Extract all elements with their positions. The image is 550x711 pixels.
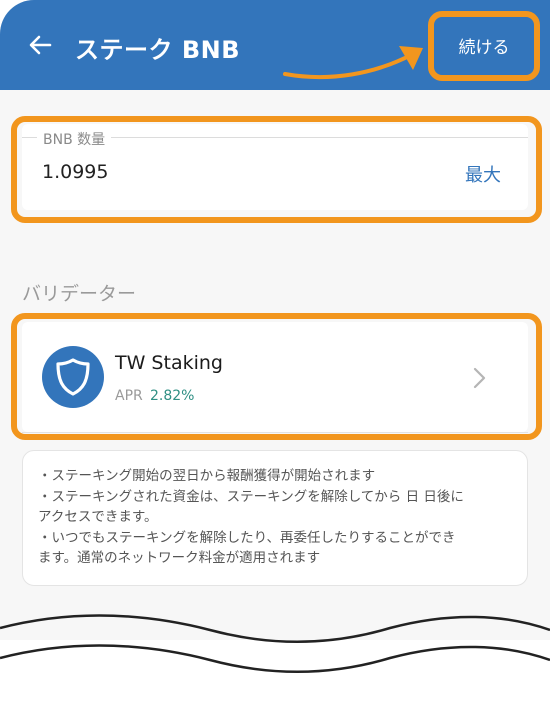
page-title: ステーク BNB bbox=[75, 36, 241, 64]
annotation-arrow bbox=[283, 46, 423, 80]
validator-avatar bbox=[42, 346, 104, 408]
info-line: アクセスできます。 bbox=[38, 509, 158, 525]
staking-info-text: ・ステーキング開始の翌日から報酬獲得が開始されます ・ステーキングされた資金は、… bbox=[38, 466, 518, 569]
info-line: ます。通常のネットワーク料金が適用されます bbox=[38, 550, 321, 566]
divider bbox=[22, 432, 528, 433]
chevron-right-icon[interactable] bbox=[469, 366, 489, 390]
apr-value: 2.82% bbox=[150, 388, 195, 404]
phone-frame: ステーク BNB 続ける BNB 数量 1.0995 最大 バリデーター TW … bbox=[0, 0, 550, 711]
apr-label: APR bbox=[115, 388, 143, 404]
arrow-left-icon bbox=[29, 35, 52, 55]
info-line: ・ステーキングされた資金は、ステーキングを解除してから 日 日後に bbox=[38, 488, 464, 505]
max-button[interactable]: 最大 bbox=[465, 161, 501, 187]
validator-name: TW Staking bbox=[115, 352, 223, 374]
shield-icon bbox=[56, 358, 90, 396]
validators-section-title: バリデーター bbox=[22, 283, 137, 305]
torn-edge-decoration bbox=[0, 600, 550, 673]
info-line: ・ステーキング開始の翌日から報酬獲得が開始されます bbox=[38, 468, 376, 484]
amount-input[interactable]: 1.0995 bbox=[42, 161, 108, 183]
amount-label: BNB 数量 bbox=[37, 129, 112, 149]
stake-screen: ステーク BNB 続ける BNB 数量 1.0995 最大 バリデーター TW … bbox=[0, 0, 550, 640]
back-button[interactable] bbox=[22, 27, 58, 63]
info-line: ・いつでもステーキングを解除したり、再委任したりすることができ bbox=[38, 529, 456, 546]
continue-button[interactable]: 続ける bbox=[444, 24, 524, 66]
